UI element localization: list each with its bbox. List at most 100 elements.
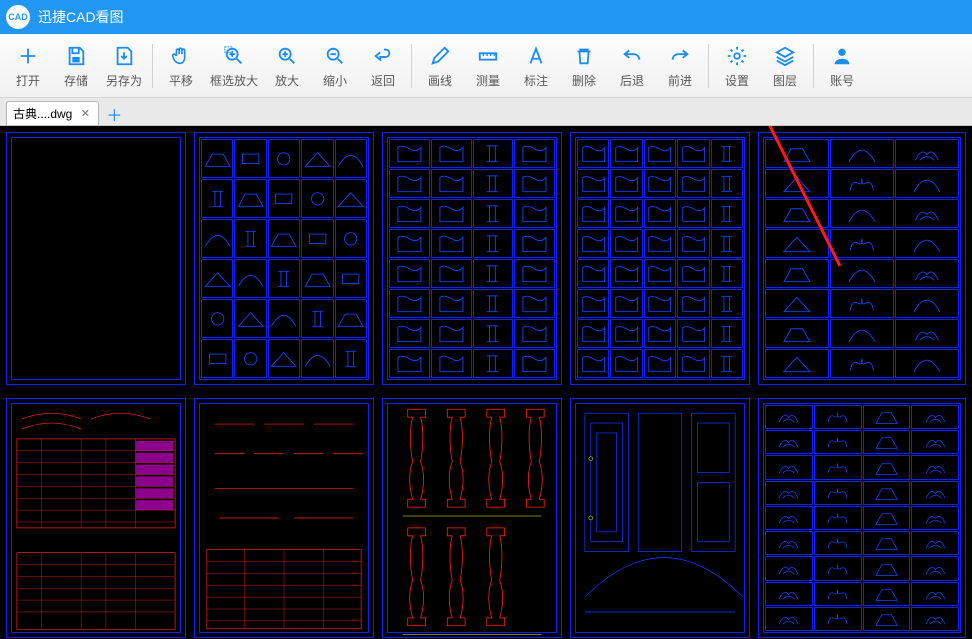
settings-label: 设置 [725,72,749,89]
cad-cell [234,139,266,178]
measure-button[interactable]: 测量 [464,37,512,95]
cad-cell [765,481,813,505]
undo-icon [621,42,643,70]
saveas-label: 另存为 [106,72,142,89]
cad-cell [610,349,642,378]
cad-cell [610,199,642,228]
cad-cell [895,199,959,228]
cad-cell [234,299,266,338]
cad-cell [389,139,430,168]
ruler-icon [477,42,499,70]
cad-cell [765,139,829,168]
cad-cell [830,349,894,378]
user-icon [831,42,853,70]
redo-button[interactable]: 前进 [656,37,704,95]
cad-sheet [758,132,966,385]
cad-cell [863,430,911,454]
cad-cell [201,339,233,378]
cad-cell [677,199,709,228]
cad-cell [765,349,829,378]
cad-cell [711,199,743,228]
cad-cell [234,219,266,258]
cad-cell [711,229,743,258]
app-logo: CAD [6,5,30,29]
cad-cell [201,259,233,298]
cad-cell [863,556,911,580]
boxzoom-label: 框选放大 [210,72,258,89]
cad-cell [610,139,642,168]
save-button[interactable]: 存储 [52,37,100,95]
cad-cell [201,179,233,218]
cad-cell [911,531,959,555]
logo-text: CAD [8,12,28,22]
cad-cells [577,139,743,378]
cad-cell [863,405,911,429]
cad-cell [677,349,709,378]
cad-cell [765,607,813,631]
cad-cell [895,139,959,168]
cad-cell [389,349,430,378]
zoomin-button[interactable]: 放大 [263,37,311,95]
cad-cell [814,455,862,479]
cad-cell [711,139,743,168]
save-icon [65,42,87,70]
zoomout-button[interactable]: 缩小 [311,37,359,95]
cad-cell [301,179,333,218]
cad-cell [644,289,676,318]
cad-sheet [382,132,562,385]
cad-cell [711,349,743,378]
cad-cell [431,169,472,198]
new-tab-button[interactable]: ＋ [103,103,125,125]
saveas-button[interactable]: 另存为 [100,37,148,95]
settings-button[interactable]: 设置 [713,37,761,95]
cad-cell [711,319,743,348]
cad-sheet [570,132,750,385]
account-button[interactable]: 账号 [818,37,866,95]
cad-cells [389,139,555,378]
separator [152,44,153,88]
cad-cell [765,455,813,479]
boxzoom-button[interactable]: 框选放大 [205,37,263,95]
cad-cell [201,139,233,178]
cad-cell [201,219,233,258]
line-button[interactable]: 画线 [416,37,464,95]
cad-cell [911,405,959,429]
layers-icon [774,42,796,70]
zoomin-label: 放大 [275,72,299,89]
tab-label: 古典....dwg [13,105,72,122]
cad-cell [830,229,894,258]
separator [411,44,412,88]
cad-cell [814,556,862,580]
back-button[interactable]: 返回 [359,37,407,95]
cad-cell [765,169,829,198]
close-tab-icon[interactable]: ✕ [78,107,92,121]
cad-cell [863,531,911,555]
pan-button[interactable]: 平移 [157,37,205,95]
cad-cell [644,319,676,348]
cad-cell [473,259,514,288]
zoomout-icon [324,42,346,70]
cad-cell [473,229,514,258]
file-tab[interactable]: 古典....dwg ✕ [6,101,99,125]
cad-cells [201,139,367,378]
cad-cell [431,139,472,168]
cad-cell [514,169,555,198]
cad-cell [814,405,862,429]
layers-button[interactable]: 图层 [761,37,809,95]
undo-button[interactable]: 后退 [608,37,656,95]
drawing-canvas[interactable] [0,126,972,639]
cad-cell [577,259,609,288]
cad-cell [765,582,813,606]
annotate-button[interactable]: 标注 [512,37,560,95]
open-button[interactable]: 打开 [4,37,52,95]
cad-cell [830,289,894,318]
cad-cell [473,169,514,198]
cad-cell [814,531,862,555]
delete-button[interactable]: 删除 [560,37,608,95]
app-title: 迅捷CAD看图 [38,7,124,27]
cad-cell [863,582,911,606]
cad-cell [431,199,472,228]
line-label: 画线 [428,72,452,89]
redo-icon [669,42,691,70]
cad-cell [911,607,959,631]
